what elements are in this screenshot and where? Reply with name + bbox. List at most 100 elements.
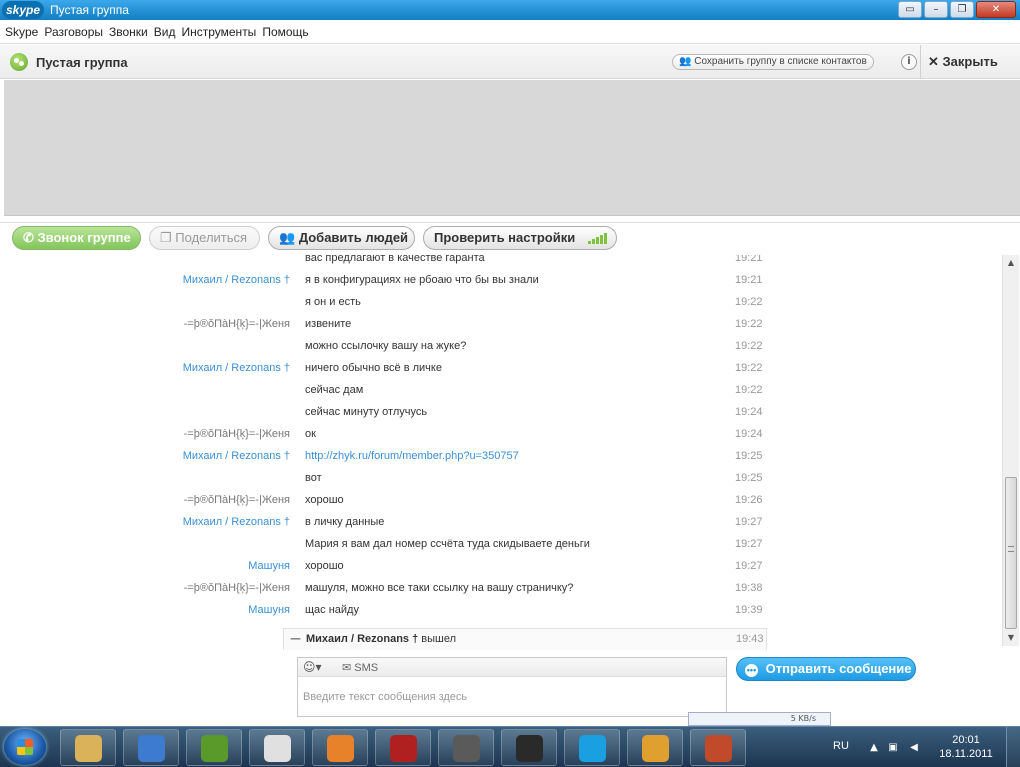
message-sender[interactable]: Михаил / Rezonans †	[183, 516, 290, 528]
add-people-button[interactable]: 👥 Добавить людей	[268, 226, 415, 250]
gg-icon	[516, 735, 543, 762]
message-sender[interactable]: Михаил / Rezonans †	[183, 274, 290, 286]
menu-item-view[interactable]: Вид	[153, 25, 181, 39]
close-conversation-button[interactable]: ✕ Закрыть	[928, 54, 998, 70]
call-group-button[interactable]: ✆ Звонок группе	[12, 226, 141, 250]
message-sender[interactable]: Машуня	[248, 560, 290, 572]
chat-message-row: Машуня щас найду 19:39	[0, 600, 1002, 622]
windows-logo-icon	[17, 739, 33, 755]
skype-icon	[579, 735, 606, 762]
close-icon[interactable]: ✕	[976, 1, 1016, 18]
chat-message-row: -=þ®ŏПàН{ķ}=-|Женя извените 19:22	[0, 314, 1002, 336]
share-button[interactable]: ❐ Поделиться	[149, 226, 260, 250]
message-sender[interactable]: -=þ®ŏПàН{ķ}=-|Женя	[184, 494, 290, 506]
message-sender[interactable]: -=þ®ŏПàН{ķ}=-|Женя	[184, 582, 290, 594]
taskbar-app-firefox[interactable]	[312, 729, 368, 766]
download-status-strip: 5 KB/s	[688, 712, 831, 726]
close-label: Закрыть	[942, 54, 998, 69]
message-text[interactable]: http://zhyk.ru/forum/member.php?u=350757	[305, 450, 519, 462]
conversation-header: Пустая группа 👥 Сохранить группу в списк…	[0, 45, 1020, 79]
sms-label: SMS	[354, 662, 379, 674]
chat-message-row: Мария я вам дал номер ссчёта туда скидыв…	[0, 534, 1002, 556]
message-text: ок	[305, 428, 316, 440]
taskbar-app-media-player[interactable]	[123, 729, 179, 766]
group-icon	[10, 53, 28, 71]
message-sender[interactable]: Машуня	[248, 604, 290, 616]
taskbar-app-utorrent[interactable]	[186, 729, 242, 766]
chat-message-row: Михаил / Rezonans † я в конфигурациях не …	[0, 270, 1002, 292]
minimize-icon[interactable]: –	[924, 1, 948, 18]
message-sender[interactable]: Михаил / Rezonans †	[183, 450, 290, 462]
media-player-icon	[138, 735, 165, 762]
chat-message-row: -=þ®ŏПàН{ķ}=-|Женя хорошо 19:26	[0, 490, 1002, 512]
scroll-thumb[interactable]	[1005, 477, 1017, 629]
message-sender[interactable]: -=þ®ŏПàН{ķ}=-|Женя	[184, 428, 290, 440]
scroll-down-icon[interactable]: ▼	[1003, 630, 1019, 646]
chat-message-row: -=þ®ŏПàН{ķ}=-|Женя ок 19:24	[0, 424, 1002, 446]
message-input[interactable]	[303, 682, 721, 712]
taskbar-app-warcraft[interactable]	[438, 729, 494, 766]
title-bar: skype Пустая группа ▭ – ❐ ✕	[0, 0, 1020, 20]
chat-message-row: сейчас дам 19:22	[0, 380, 1002, 402]
taskbar-app-gg[interactable]	[501, 729, 557, 766]
message-text: можно ссылочку вашу на жуке?	[305, 340, 467, 352]
show-desktop-button[interactable]	[1006, 727, 1020, 767]
chat-message-row: Машуня хорошо 19:27	[0, 556, 1002, 578]
signal-bars-icon	[587, 229, 607, 251]
chat-scrollbar[interactable]: ▲ ▼	[1002, 255, 1019, 646]
chat-bubble-icon: •••	[745, 664, 758, 677]
taskbar-app-opera[interactable]	[690, 729, 746, 766]
taskbar-app-explorer[interactable]	[60, 729, 116, 766]
scroll-grip-icon	[1008, 546, 1014, 552]
message-time: 19:27	[735, 538, 763, 550]
message-time: 19:21	[735, 255, 763, 264]
network-icon[interactable]: ▣	[887, 742, 899, 753]
message-time: 19:39	[735, 604, 763, 616]
info-icon[interactable]: i	[901, 54, 917, 70]
message-text: вот	[305, 472, 322, 484]
share-label: Поделиться	[175, 230, 248, 245]
menu-item-calls[interactable]: Звонки	[108, 25, 153, 39]
scroll-up-icon[interactable]: ▲	[1003, 255, 1019, 271]
taskbar-app-chrome[interactable]	[249, 729, 305, 766]
menu-item-conversations[interactable]: Разговоры	[43, 25, 108, 39]
taskbar-app-game[interactable]	[375, 729, 431, 766]
chat-message-row: -=þ®ŏПàН{ķ}=-|Женя машуля, можно все таки…	[0, 578, 1002, 600]
chat-message-row: можно ссылочку вашу на жуке? 19:22	[0, 336, 1002, 358]
call-group-label: Звонок группе	[37, 230, 131, 245]
chat-message-row: сейчас минуту отлучусь 19:24	[0, 402, 1002, 424]
send-message-button[interactable]: ••• Отправить сообщение	[736, 657, 916, 681]
taskbar-app-skype[interactable]	[564, 729, 620, 766]
contacts-icon: 👥	[679, 56, 692, 67]
message-time: 19:22	[735, 384, 763, 396]
message-link[interactable]: http://zhyk.ru/forum/member.php?u=350757	[305, 450, 519, 462]
save-group-button[interactable]: 👥 Сохранить группу в списке контактов	[672, 54, 874, 70]
group-title: Пустая группа	[36, 55, 128, 70]
volume-icon[interactable]: ◀	[908, 742, 920, 753]
message-sender[interactable]: -=þ®ŏПàН{ķ}=-|Женя	[184, 318, 290, 330]
language-indicator[interactable]: RU	[833, 740, 849, 752]
start-button[interactable]	[4, 729, 46, 765]
message-text: я в конфигурациях не рбоаю что бы вы зна…	[305, 274, 539, 286]
sms-button[interactable]: ✉ SMS	[342, 661, 378, 674]
phone-icon: ✆	[23, 230, 34, 245]
window-controls: ▭ – ❐ ✕	[898, 1, 1016, 18]
menu-item-help[interactable]: Помощь	[261, 25, 313, 39]
menu-item-tools[interactable]: Инструменты	[180, 25, 261, 39]
message-time: 19:24	[735, 428, 763, 440]
add-people-label: Добавить людей	[298, 230, 409, 245]
emoticon-icon[interactable]: ☺▾	[303, 660, 322, 674]
message-sender[interactable]: Михаил / Rezonans †	[183, 362, 290, 374]
chat-message-row: Михаил / Rezonans † ничего обычно всё в л…	[0, 358, 1002, 380]
window-title: Пустая группа	[50, 3, 129, 17]
menu-item-skype[interactable]: Skype	[4, 25, 43, 39]
tray-arrow-icon[interactable]: ▲	[868, 742, 880, 753]
leave-time: 19:43	[736, 633, 764, 645]
maximize-icon[interactable]: ❐	[950, 1, 974, 18]
save-group-label: Сохранить группу в списке контактов	[694, 56, 867, 67]
taskbar-app-app[interactable]	[627, 729, 683, 766]
system-clock[interactable]: 20:01 18.11.2011	[936, 733, 996, 761]
restore-icon[interactable]: ▭	[898, 1, 922, 18]
check-settings-button[interactable]: Проверить настройки	[423, 226, 617, 250]
chat-message-row: Михаил / Rezonans † http://zhyk.ru/forum/…	[0, 446, 1002, 468]
